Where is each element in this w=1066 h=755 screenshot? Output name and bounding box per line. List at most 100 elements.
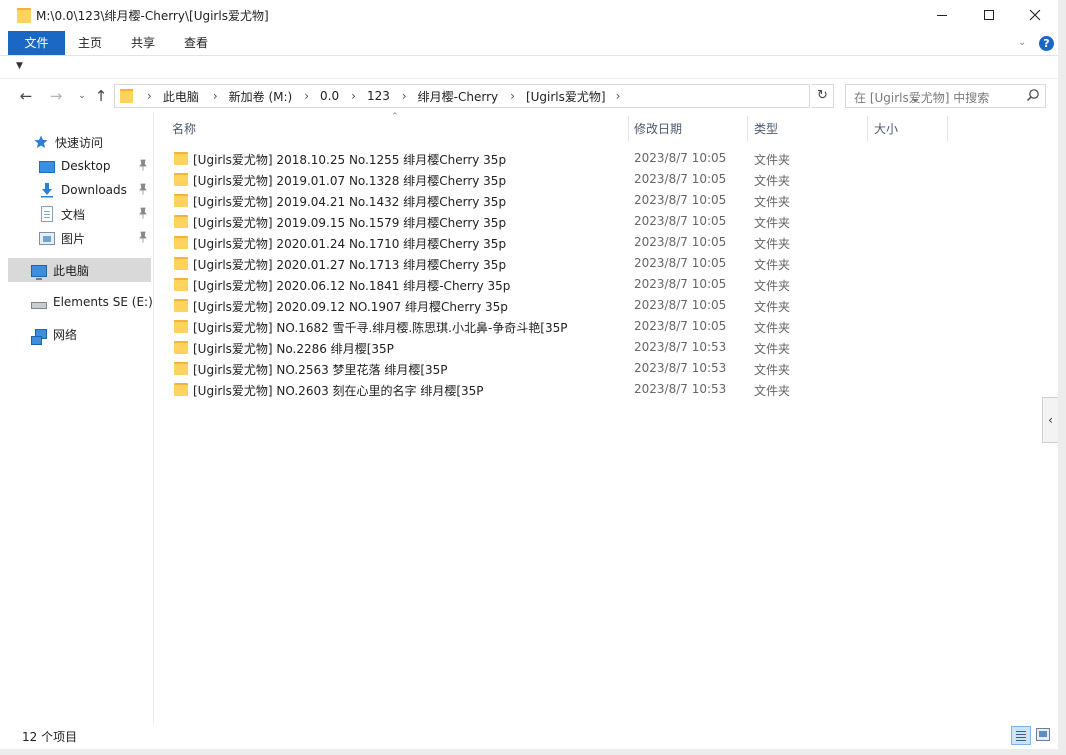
sidebar-item-documents[interactable]: 文档 — [8, 202, 151, 226]
minimize-button[interactable] — [919, 0, 965, 30]
table-row[interactable]: [Ugirls爱尤物] 2020.01.27 No.1713 绯月樱Cherry… — [172, 253, 1052, 274]
close-button[interactable] — [1012, 0, 1058, 30]
column-divider[interactable] — [747, 116, 748, 142]
tab-share[interactable]: 共享 — [123, 31, 163, 55]
breadcrumb-item[interactable]: [Ugirls爱尤物] — [526, 88, 606, 105]
sidebar-item-this-pc[interactable]: 此电脑 — [8, 258, 151, 282]
maximize-icon — [984, 10, 994, 20]
pin-icon[interactable] — [137, 207, 149, 219]
column-divider[interactable] — [628, 116, 629, 142]
maximize-button[interactable] — [966, 0, 1012, 30]
table-row[interactable]: [Ugirls爱尤物] 2019.09.15 No.1579 绯月樱Cherry… — [172, 211, 1052, 232]
table-row[interactable]: [Ugirls爱尤物] NO.1682 雪千寻.绯月樱.陈思琪.小北鼻-争奇斗艳… — [172, 316, 1052, 337]
table-row[interactable]: [Ugirls爱尤物] 2018.10.25 No.1255 绯月樱Cherry… — [172, 148, 1052, 169]
chevron-right-icon[interactable]: › — [510, 89, 515, 103]
table-row[interactable]: [Ugirls爱尤物] NO.2603 刻在心里的名字 绯月樱[35P 2023/… — [172, 379, 1052, 400]
recent-locations-chevron-icon[interactable]: ⌄ — [72, 86, 92, 106]
file-list: ⌃ 名称 修改日期 类型 大小 [Ugirls爱尤物] 2018.10.25 N… — [155, 112, 1058, 724]
sidebar-item-desktop[interactable]: Desktop — [8, 154, 151, 178]
chevron-right-icon[interactable]: › — [402, 89, 407, 103]
pin-icon[interactable] — [137, 183, 149, 195]
search-icon[interactable] — [1026, 88, 1040, 102]
tab-file[interactable]: 文件 — [8, 31, 65, 55]
title-bar[interactable]: M:\0.0\123\绯月樱-Cherry\[Ugirls爱尤物] — [0, 0, 1058, 32]
folder-icon — [174, 320, 188, 333]
sidebar-item-label: Downloads — [61, 183, 127, 197]
explorer-window: M:\0.0\123\绯月樱-Cherry\[Ugirls爱尤物] 文件 主页 … — [0, 0, 1058, 755]
table-row[interactable]: [Ugirls爱尤物] 2020.06.12 No.1841 绯月樱-Cherr… — [172, 274, 1052, 295]
chevron-right-icon[interactable]: › — [304, 89, 309, 103]
expand-ribbon-chevron-icon[interactable]: ⌄ — [1018, 37, 1026, 48]
refresh-icon[interactable]: ↻ — [812, 84, 834, 108]
file-type: 文件夹 — [754, 153, 791, 167]
column-header-name[interactable]: 名称 — [172, 118, 196, 140]
sidebar-item-network[interactable]: 网络 — [8, 322, 151, 346]
chevron-right-icon[interactable]: › — [616, 89, 621, 103]
file-name: [Ugirls爱尤物] 2020.01.24 No.1710 绯月樱Cherry… — [193, 237, 507, 251]
breadcrumb-item[interactable]: 123 — [367, 89, 390, 103]
table-row[interactable]: [Ugirls爱尤物] 2019.04.21 No.1432 绯月樱Cherry… — [172, 190, 1052, 211]
pin-icon[interactable] — [137, 231, 149, 243]
breadcrumb-item[interactable]: 0.0 — [320, 89, 339, 103]
folder-icon — [174, 341, 188, 354]
file-type: 文件夹 — [754, 258, 791, 272]
file-name: [Ugirls爱尤物] NO.1682 雪千寻.绯月樱.陈思琪.小北鼻-争奇斗艳… — [193, 321, 568, 335]
pin-icon[interactable] — [137, 159, 149, 171]
address-bar[interactable]: › 此电脑 › 新加卷 (M:) › 0.0 › 123 › 绯月樱-Cherr… — [114, 84, 919, 108]
back-arrow-icon[interactable]: ← — [16, 86, 36, 106]
tab-home[interactable]: 主页 — [70, 31, 110, 55]
breadcrumb-item[interactable]: 绯月樱-Cherry — [418, 88, 498, 105]
sidebar-item-pictures[interactable]: 图片 — [8, 226, 151, 250]
chevron-right-icon[interactable]: › — [213, 89, 218, 103]
breadcrumb-item[interactable]: 此电脑 — [163, 88, 199, 105]
details-view-icon[interactable] — [1011, 726, 1031, 745]
file-date: 2023/8/7 10:05 — [634, 277, 727, 291]
table-row[interactable]: [Ugirls爱尤物] NO.2563 梦里花落 绯月樱[35P 2023/8/7… — [172, 358, 1052, 379]
column-header-date[interactable]: 修改日期 — [634, 118, 682, 140]
file-name: [Ugirls爱尤物] No.2286 绯月樱[35P — [193, 342, 394, 356]
table-row[interactable]: [Ugirls爱尤物] 2019.01.07 No.1328 绯月樱Cherry… — [172, 169, 1052, 190]
tab-view[interactable]: 查看 — [176, 31, 216, 55]
sidebar-item-elements-se[interactable]: Elements SE (E:) — [8, 290, 153, 314]
folder-icon — [174, 278, 188, 291]
file-date: 2023/8/7 10:05 — [634, 172, 727, 186]
up-arrow-icon[interactable]: ↑ — [91, 86, 111, 106]
folder-icon — [120, 89, 133, 103]
column-header-size[interactable]: 大小 — [874, 118, 898, 140]
documents-icon — [41, 206, 53, 222]
column-divider[interactable] — [947, 116, 948, 142]
column-header-type[interactable]: 类型 — [754, 118, 778, 140]
customize-toolbar-dropdown-icon[interactable]: ▼ — [16, 61, 23, 71]
search-input[interactable]: 在 [Ugirls爱尤物] 中搜索 — [854, 89, 989, 106]
folder-icon — [174, 173, 188, 186]
table-row[interactable]: [Ugirls爱尤物] No.2286 绯月樱[35P 2023/8/7 10:5… — [172, 337, 1052, 358]
file-name: [Ugirls爱尤物] 2020.06.12 No.1841 绯月樱-Cherr… — [193, 279, 511, 293]
chevron-right-icon[interactable]: › — [351, 89, 356, 103]
folder-icon — [174, 383, 188, 396]
chevron-right-icon[interactable]: › — [147, 89, 152, 103]
search-box[interactable]: 在 [Ugirls爱尤物] 中搜索 — [845, 84, 1046, 108]
help-icon[interactable]: ? — [1039, 36, 1054, 51]
file-type: 文件夹 — [754, 321, 791, 335]
status-bar: 12 个项目 — [0, 724, 1058, 749]
sidebar-item-downloads[interactable]: Downloads — [8, 178, 151, 202]
folder-icon — [174, 236, 188, 249]
window-border — [0, 749, 1066, 755]
navigation-bar: ← → ⌄ ↑ › 此电脑 › 新加卷 (M:) › 0.0 › 123 › 绯… — [0, 80, 1058, 112]
file-type: 文件夹 — [754, 300, 791, 314]
column-divider[interactable] — [867, 116, 868, 142]
chevron-left-icon[interactable]: ‹ — [1042, 397, 1058, 443]
forward-arrow-icon[interactable]: → — [46, 86, 66, 106]
breadcrumb-item[interactable]: 新加卷 (M:) — [229, 88, 293, 105]
table-row[interactable]: [Ugirls爱尤物] 2020.01.24 No.1710 绯月樱Cherry… — [172, 232, 1052, 253]
minimize-icon — [937, 14, 947, 16]
file-type: 文件夹 — [754, 195, 791, 209]
sidebar-item-quick-access[interactable]: 快速访问 — [8, 130, 151, 154]
desktop-icon — [39, 161, 55, 173]
large-icons-view-icon[interactable] — [1036, 728, 1050, 741]
sidebar-item-label: Desktop — [61, 159, 111, 173]
table-row[interactable]: [Ugirls爱尤物] 2020.09.12 NO.1907 绯月樱Cherry… — [172, 295, 1052, 316]
window-border — [1058, 0, 1066, 755]
ribbon-tabs: 文件 主页 共享 查看 ⌄ ? — [0, 31, 1058, 56]
file-date: 2023/8/7 10:05 — [634, 256, 727, 270]
